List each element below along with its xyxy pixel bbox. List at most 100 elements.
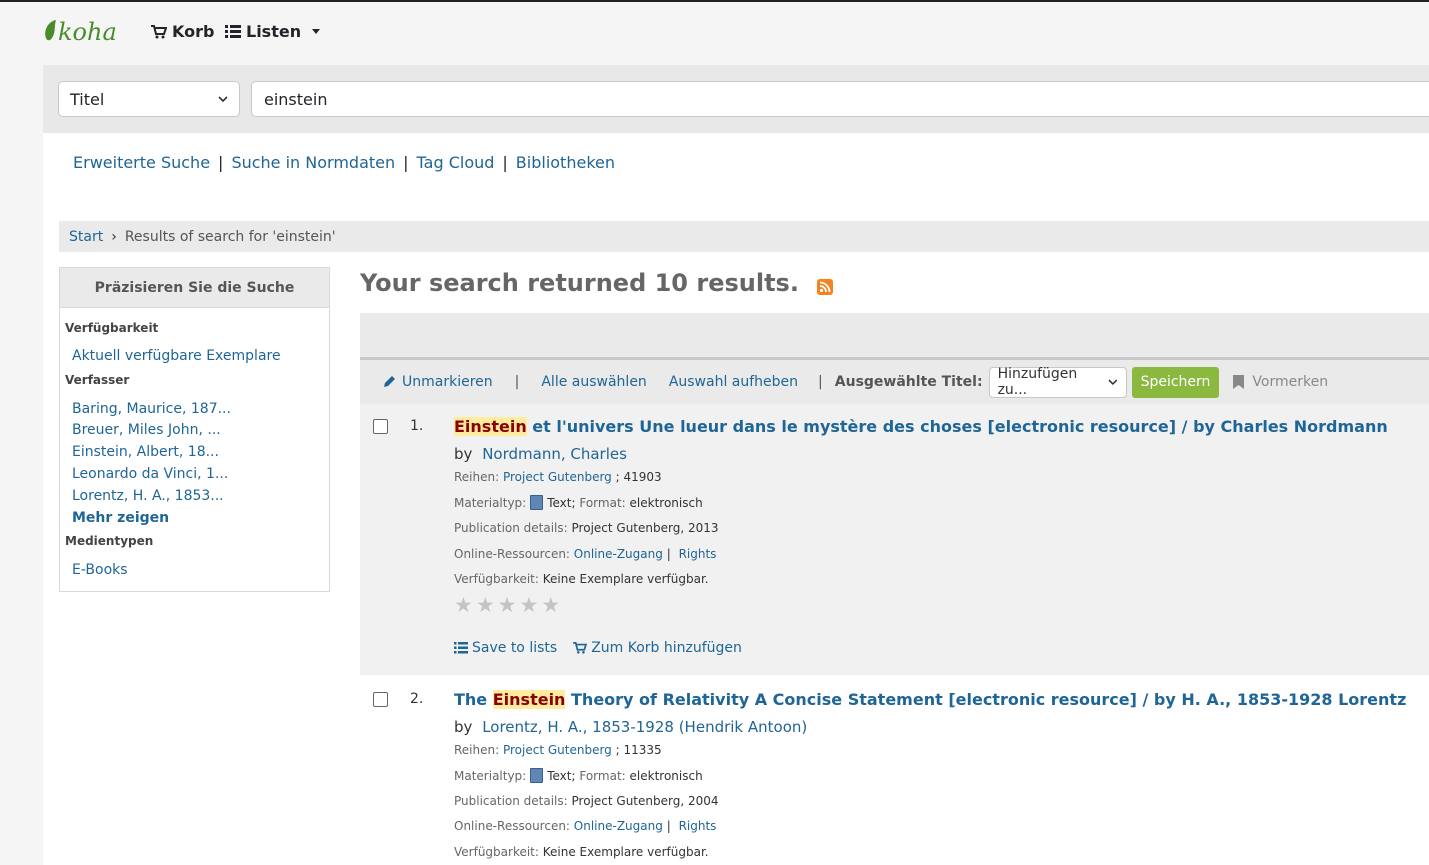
more-searches-links: Erweiterte Suche | Suche in Normdaten | … (73, 153, 615, 172)
material-type-value: Text (547, 496, 572, 510)
star-rating[interactable]: ★ ★ ★ ★ ★ (454, 595, 560, 616)
save-button[interactable]: Speichern (1131, 366, 1220, 398)
title-rest: Theory of Relativity A Concise Statement… (565, 690, 1407, 709)
search-input[interactable]: einstein (251, 81, 1429, 117)
list-icon (225, 25, 241, 38)
unmark-button[interactable]: Unmarkieren (382, 374, 493, 390)
result-title-link[interactable]: Einstein et l'univers Une lueur dans le … (454, 417, 1388, 436)
libraries-link[interactable]: Bibliotheken (516, 153, 615, 172)
shopping-cart-icon (573, 642, 588, 654)
rights-link[interactable]: Rights (679, 819, 717, 833)
series-line: Reihen: Project Gutenberg ; 41903 (454, 470, 662, 484)
svg-text:koha: koha (58, 18, 117, 46)
result-checkbox[interactable] (373, 692, 388, 707)
online-resources-line: Online-Ressourcen: Online-Zugang | Right… (454, 819, 716, 833)
results-toolbar-top (360, 313, 1429, 357)
breadcrumb-current: Results of search for 'einstein' (124, 228, 336, 245)
breadcrumb-home-link[interactable]: Start (69, 229, 103, 245)
koha-logo[interactable]: koha (43, 16, 125, 46)
availability-line: Verfügbarkeit: Keine Exemplare verfügbar… (454, 572, 709, 586)
format-value: elektronisch (629, 769, 703, 783)
publication-value: Project Gutenberg, 2004 (571, 794, 719, 808)
search-index-value: Titel (70, 89, 105, 109)
book-icon (530, 768, 544, 783)
result-row: 2. The Einstein Theory of Relativity A C… (360, 677, 1429, 865)
separator: | (818, 374, 823, 390)
place-hold-button[interactable]: Vormerken (1233, 374, 1328, 390)
result-author-line: by Lorentz, H. A., 1853-1928 (Hendrik An… (454, 718, 807, 736)
availability-label: Verfügbarkeit: (454, 572, 539, 586)
author-link[interactable]: Lorentz, H. A., 1853-1928 (Hendrik Antoo… (482, 718, 807, 736)
publication-label: Publication details: (454, 521, 568, 535)
star-icon[interactable]: ★ (498, 595, 517, 616)
star-icon[interactable]: ★ (454, 595, 473, 616)
publication-label: Publication details: (454, 794, 568, 808)
publication-line: Publication details: Project Gutenberg, … (454, 794, 719, 808)
facet-title-itemtypes: Medientypen (65, 534, 154, 548)
result-number: 1. (410, 418, 424, 434)
rss-icon[interactable] (816, 279, 833, 295)
title-rest: et l'univers Une lueur dans le mystère d… (526, 417, 1388, 436)
online-access-link[interactable]: Online-Zugang (574, 547, 663, 561)
place-hold-label: Vormerken (1252, 374, 1329, 390)
star-icon[interactable]: ★ (519, 595, 538, 616)
title-prefix: The (454, 690, 493, 709)
facets-panel: Präzisieren Sie die Suche Verfügbarkeit … (59, 267, 330, 592)
authority-search-link[interactable]: Suche in Normdaten (231, 153, 395, 172)
show-more-link[interactable]: Mehr zeigen (72, 510, 169, 526)
save-to-lists-link[interactable]: Save to lists (454, 640, 557, 656)
by-label: by (454, 445, 473, 463)
cart-button[interactable]: Korb (151, 22, 214, 41)
advanced-search-link[interactable]: Erweiterte Suche (73, 153, 210, 172)
series-link[interactable]: Project Gutenberg (503, 743, 612, 757)
breadcrumb: Start › Results of search for 'einstein' (59, 221, 1429, 252)
facet-item-author[interactable]: Leonardo da Vinci, 1... (72, 466, 228, 482)
result-row: 1. Einstein et l'univers Une lueur dans … (360, 404, 1429, 675)
series-label: Reihen: (454, 470, 500, 484)
series-number: ; 11335 (615, 743, 662, 757)
unmark-label: Unmarkieren (402, 374, 493, 390)
format-label: Format: (579, 769, 626, 783)
online-resources-label: Online-Ressourcen: (454, 819, 570, 833)
result-title-link[interactable]: The Einstein Theory of Relativity A Conc… (454, 690, 1406, 709)
material-type-label: Materialtyp: (454, 496, 527, 510)
lists-dropdown[interactable]: Listen (225, 22, 321, 41)
series-link[interactable]: Project Gutenberg (503, 470, 612, 484)
result-checkbox[interactable] (373, 419, 388, 434)
facet-item-author[interactable]: Baring, Maurice, 187... (72, 401, 231, 417)
author-link[interactable]: Nordmann, Charles (482, 445, 627, 463)
online-access-link[interactable]: Online-Zugang (574, 819, 663, 833)
online-resources-label: Online-Ressourcen: (454, 547, 570, 561)
results-summary: Your search returned 10 results. (360, 269, 833, 297)
facet-item-ebooks[interactable]: E-Books (72, 562, 128, 578)
facet-item-available[interactable]: Aktuell verfügbare Exemplare (72, 348, 281, 364)
add-to-select[interactable]: Hinzufügen zu... (988, 366, 1127, 398)
select-all-link[interactable]: Alle auswählen (541, 374, 646, 390)
series-number: ; 41903 (615, 470, 662, 484)
search-query: einstein (264, 90, 328, 109)
add-to-cart-label: Zum Korb hinzufügen (591, 640, 742, 656)
facet-item-author[interactable]: Breuer, Miles John, ... (72, 422, 221, 438)
title-highlight: Einstein (454, 417, 527, 436)
facet-title-availability: Verfügbarkeit (65, 321, 159, 335)
save-to-lists-label: Save to lists (472, 640, 558, 656)
search-index-select[interactable]: Titel (58, 81, 240, 117)
clear-all-link[interactable]: Auswahl aufheben (669, 374, 798, 390)
cart-label: Korb (172, 22, 215, 41)
result-author-line: by Nordmann, Charles (454, 445, 627, 463)
bookmark-icon (1233, 375, 1245, 389)
availability-label: Verfügbarkeit: (454, 845, 539, 859)
star-icon[interactable]: ★ (541, 595, 560, 616)
facet-item-author[interactable]: Lorentz, H. A., 1853... (72, 488, 224, 504)
separator: | (666, 819, 671, 833)
separator: | (502, 153, 508, 172)
facet-item-author[interactable]: Einstein, Albert, 18... (72, 444, 219, 460)
shopping-cart-icon (151, 24, 167, 38)
koha-logo-icon: koha (45, 18, 117, 46)
facets-heading: Präzisieren Sie die Suche (60, 268, 329, 308)
availability-value: Keine Exemplare verfügbar. (542, 845, 709, 859)
rights-link[interactable]: Rights (679, 547, 717, 561)
tag-cloud-link[interactable]: Tag Cloud (417, 153, 495, 172)
add-to-cart-link[interactable]: Zum Korb hinzufügen (573, 640, 742, 656)
star-icon[interactable]: ★ (476, 595, 495, 616)
